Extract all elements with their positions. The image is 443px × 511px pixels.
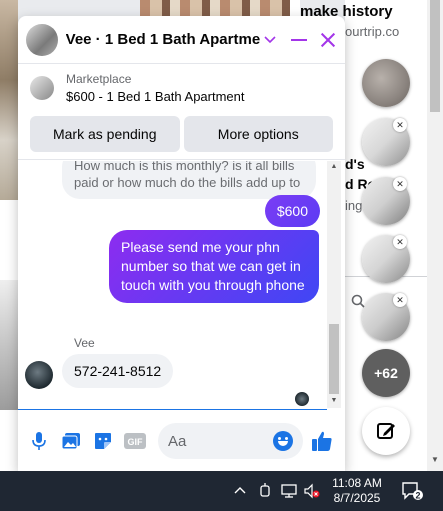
outgoing-message[interactable]: $600 — [264, 195, 320, 227]
volume-muted-icon[interactable] — [304, 483, 320, 499]
notification-icon[interactable]: 2 — [401, 481, 423, 506]
page-scrollbar-thumb[interactable] — [430, 0, 440, 112]
close-icon[interactable]: ✕ — [393, 177, 407, 191]
more-chats-count: +62 — [374, 365, 398, 381]
sender-name: Vee — [74, 336, 95, 350]
background-banner-gap — [290, 0, 300, 16]
gif-icon[interactable]: GIF — [124, 430, 146, 452]
background-site[interactable]: ourtrip.co — [345, 24, 399, 39]
microphone-icon[interactable] — [28, 430, 50, 452]
message-scrollbar-thumb[interactable] — [329, 324, 339, 394]
listing-summary[interactable]: $600 - 1 Bed 1 Bath Apartment — [66, 89, 245, 104]
composer: GIF Aa — [18, 418, 345, 464]
like-icon[interactable] — [311, 430, 333, 452]
scroll-up-icon[interactable]: ▲ — [327, 163, 341, 170]
mark-as-pending-button[interactable]: Mark as pending — [30, 116, 180, 152]
scroll-down-icon[interactable]: ▼ — [430, 455, 440, 464]
notification-count: 2 — [415, 491, 420, 501]
background-post-line[interactable]: d's — [345, 156, 365, 172]
chat-title[interactable]: Vee · 1 Bed 1 Bath Apartme... — [66, 31, 260, 48]
listing-source: Marketplace — [66, 72, 132, 86]
emoji-icon[interactable] — [273, 431, 293, 451]
date-label: 8/7/2025 — [333, 491, 381, 505]
avatar[interactable] — [25, 361, 53, 389]
sticker-icon[interactable] — [92, 430, 114, 452]
chat-window: Vee · 1 Bed 1 Bath Apartme... Marketplac… — [18, 16, 345, 471]
compose-icon — [377, 423, 395, 439]
photo-icon[interactable] — [60, 430, 82, 452]
background-photo — [0, 0, 18, 200]
incoming-message[interactable]: 572-241-8512 — [62, 354, 174, 388]
network-icon[interactable] — [281, 483, 297, 499]
message-input[interactable]: Aa — [158, 423, 303, 459]
composer-divider — [18, 409, 327, 410]
close-icon[interactable]: ✕ — [393, 293, 407, 307]
read-receipt-avatar — [295, 392, 309, 406]
chat-head[interactable] — [362, 59, 410, 107]
chevron-down-icon[interactable] — [263, 33, 278, 47]
new-message-button[interactable] — [362, 407, 410, 455]
close-icon[interactable]: ✕ — [393, 118, 407, 132]
more-chats-button[interactable]: +62 — [362, 349, 410, 397]
chat-header[interactable]: Vee · 1 Bed 1 Bath Apartme... — [18, 16, 345, 64]
background-banner-image — [140, 0, 290, 16]
avatar[interactable] — [26, 23, 58, 56]
incoming-message[interactable]: How much is this monthly? is it all bill… — [62, 161, 316, 199]
scroll-down-icon[interactable]: ▼ — [327, 397, 341, 404]
close-icon[interactable]: ✕ — [393, 235, 407, 249]
message-list: How much is this monthly? is it all bill… — [18, 161, 345, 408]
minimize-icon[interactable] — [291, 38, 308, 41]
svg-text:GIF: GIF — [128, 437, 144, 447]
message-scrollbar[interactable]: ▲ ▼ — [327, 161, 341, 408]
close-icon[interactable] — [319, 31, 337, 49]
marketplace-listing: Marketplace $600 - 1 Bed 1 Bath Apartmen… — [18, 64, 345, 160]
background-photo-2 — [0, 280, 18, 410]
device-icon[interactable] — [258, 483, 274, 499]
taskbar: 11:08 AM 8/7/2025 2 — [0, 471, 443, 511]
background-post-meta: ing — [345, 198, 363, 213]
listing-thumbnail[interactable] — [30, 76, 54, 100]
more-options-button[interactable]: More options — [183, 116, 333, 152]
outgoing-message[interactable]: Please send me your phn number so that w… — [109, 230, 319, 303]
message-input-placeholder: Aa — [168, 432, 187, 450]
clock[interactable]: 11:08 AM 8/7/2025 — [320, 476, 394, 506]
time-label: 11:08 AM — [332, 476, 382, 490]
chevron-up-icon[interactable] — [234, 483, 246, 497]
